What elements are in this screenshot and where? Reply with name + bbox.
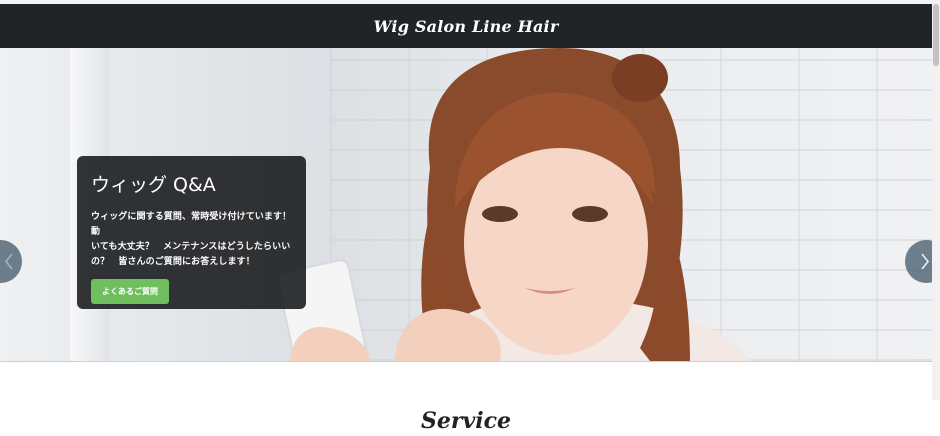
navbar: Wig Salon Line Hair (0, 4, 932, 48)
service-section-heading: Service (420, 408, 511, 435)
faq-button[interactable]: よくあるご質問 (91, 279, 169, 304)
slide-text-line-1: ウィッグに関する質問、常時受け付けています！動 (91, 212, 292, 237)
hero-divider (0, 361, 932, 362)
carousel-prev-button[interactable] (0, 240, 22, 283)
hero-carousel: ウィッグ Q&A ウィッグに関する質問、常時受け付けています！動 いても大丈夫？… (0, 48, 932, 361)
slide-title: ウィッグ Q&A (91, 174, 216, 196)
scrollbar-thumb[interactable] (933, 4, 939, 66)
slide-description: ウィッグに関する質問、常時受け付けています！動 いても大丈夫？ メンテナンスはど… (91, 210, 292, 270)
chevron-left-icon (4, 253, 13, 270)
slide-text-line-3: の？ 皆さんのご質問にお答えします！ (91, 257, 255, 267)
hair-bun (612, 54, 668, 102)
carousel-next-button[interactable] (905, 240, 932, 283)
chevron-right-icon (921, 253, 930, 270)
slide-caption: ウィッグ Q&A ウィッグに関する質問、常時受け付けています！動 いても大丈夫？… (77, 156, 306, 309)
site-brand-link[interactable]: Wig Salon Line Hair (374, 17, 559, 36)
page-scrollbar[interactable] (932, 0, 940, 400)
eye-left (482, 206, 518, 222)
eye-right (572, 206, 608, 222)
slide-text-line-2: いても大丈夫？ メンテナンスはどうしたらいい (91, 242, 291, 252)
